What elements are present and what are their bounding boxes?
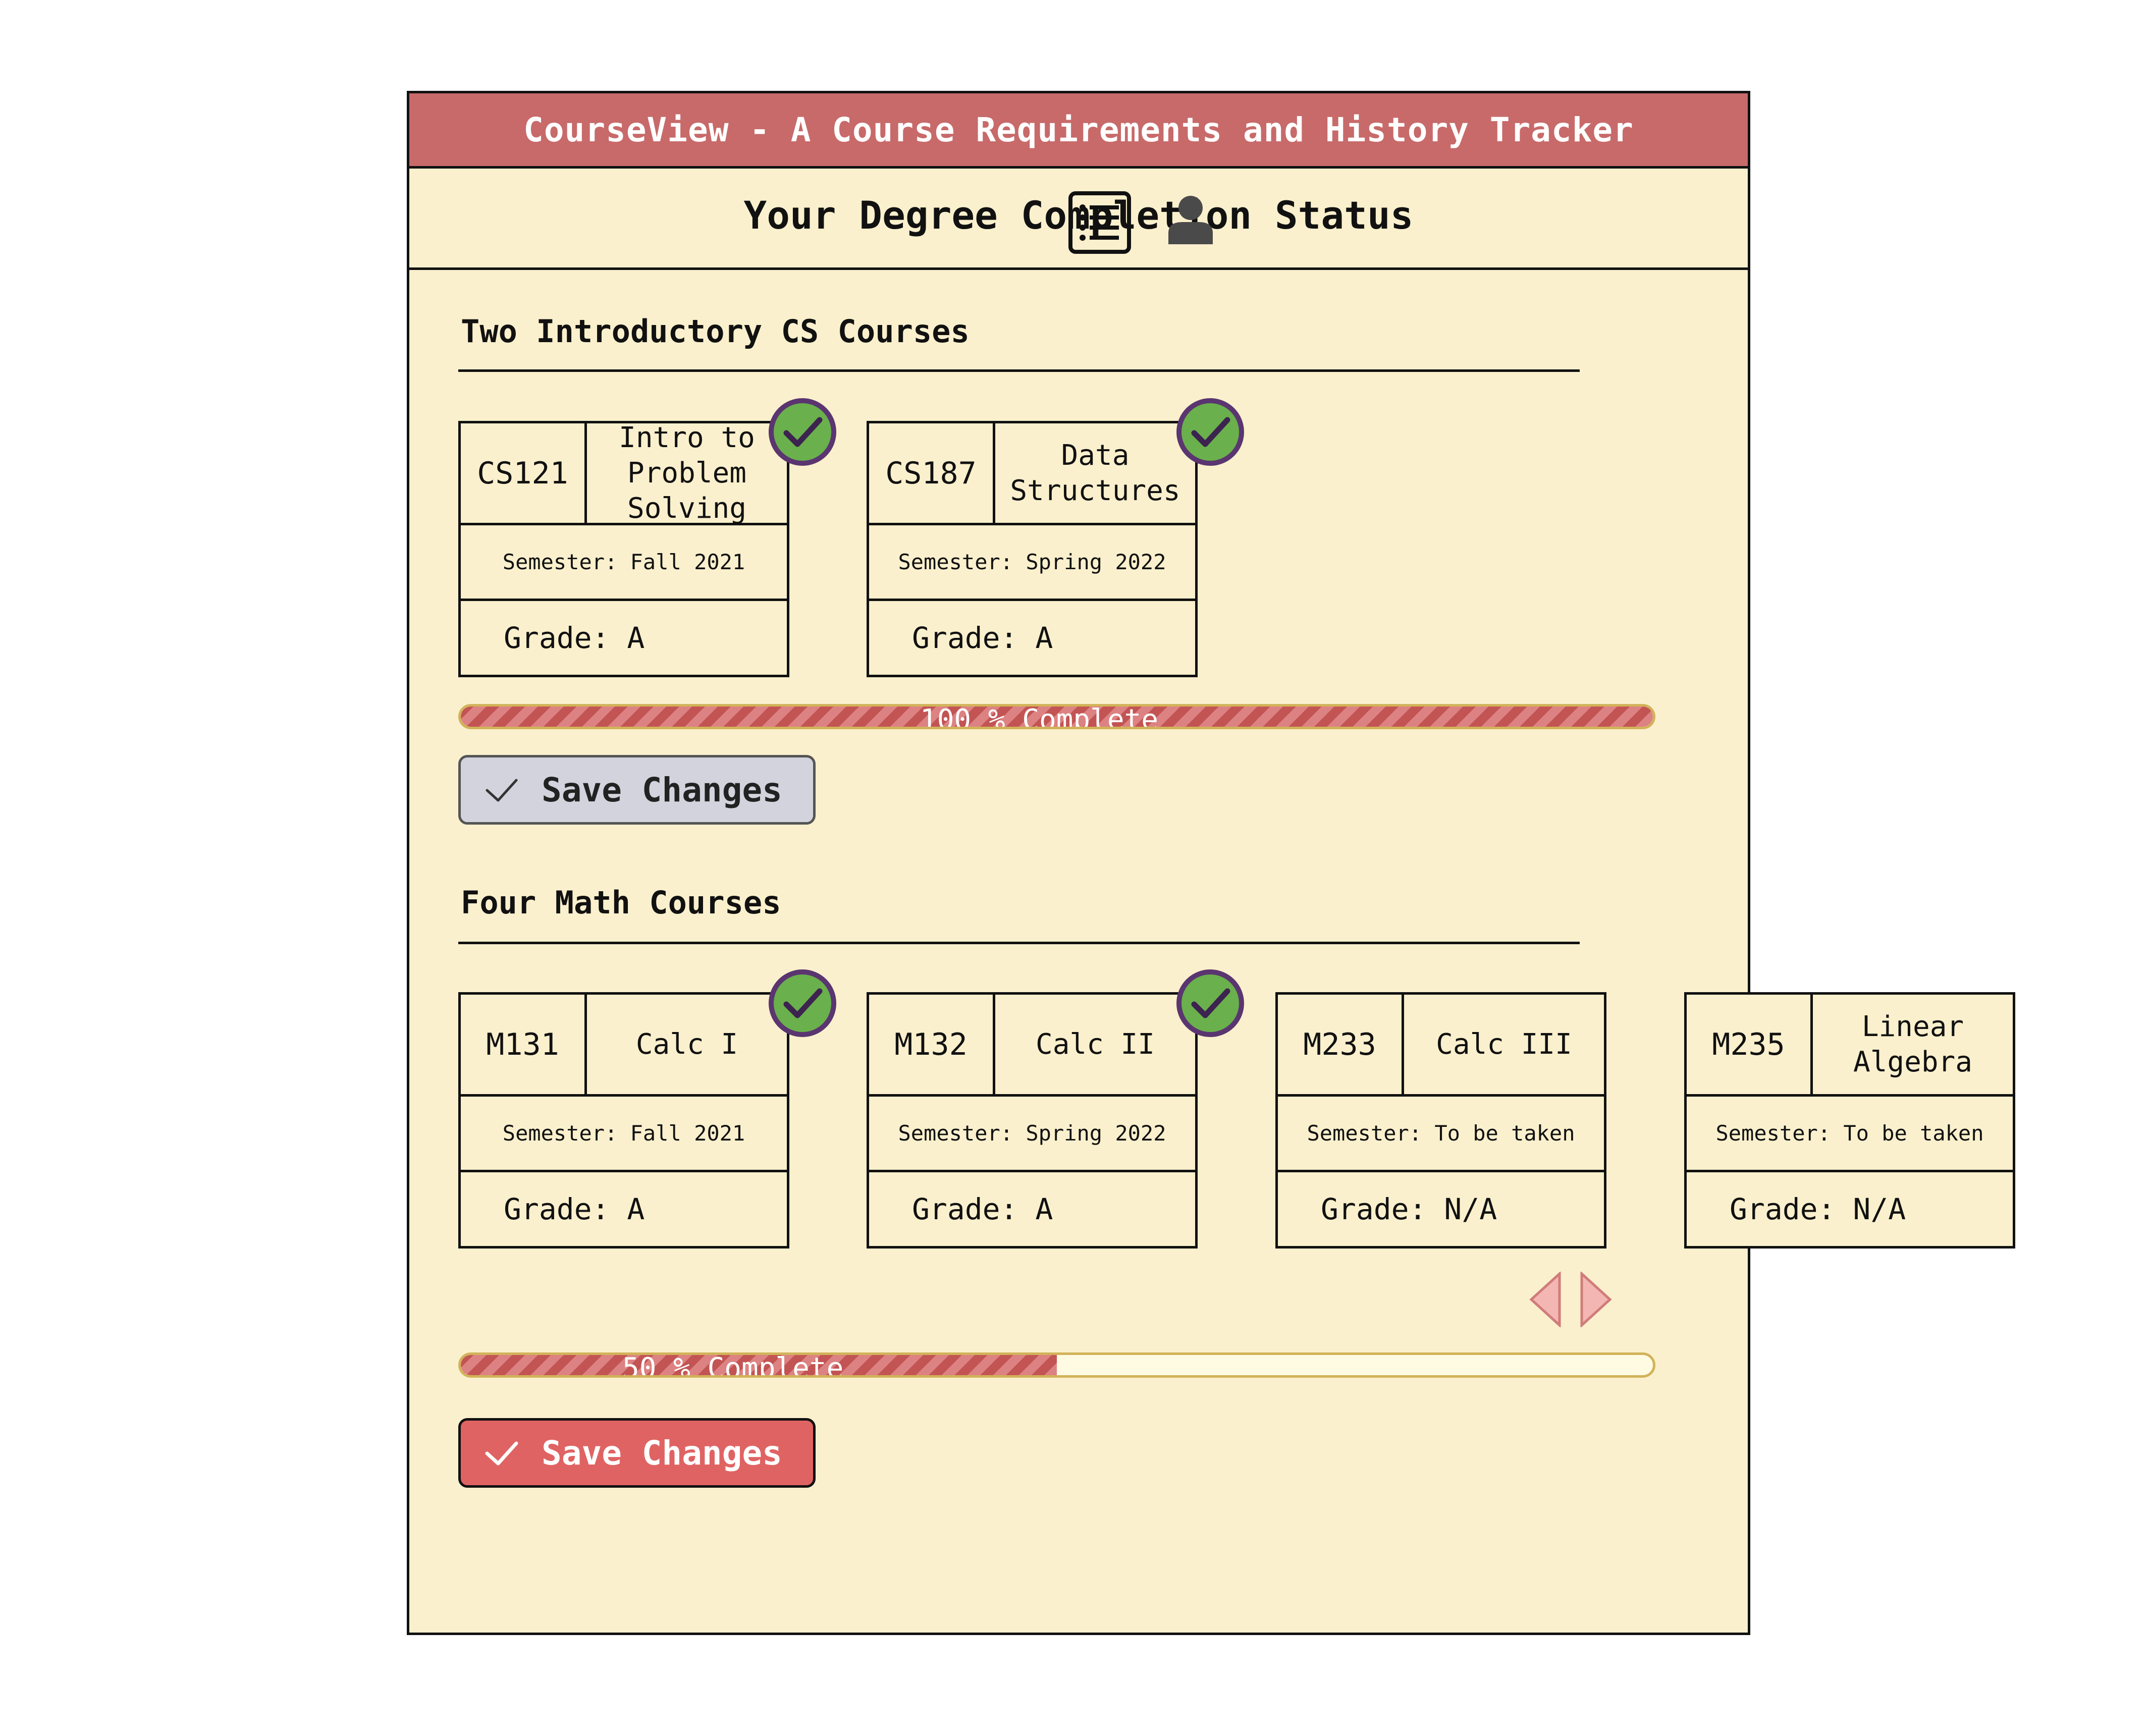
progress-label: 50 % Complete [622,1352,844,1378]
section-title-math: Four Math Courses [461,884,781,921]
course-semester: Semester: Spring 2022 [869,525,1195,601]
arrow-right-icon[interactable] [1580,1272,1612,1327]
arrow-left-icon[interactable] [1529,1272,1561,1327]
course-code: M233 [1278,995,1404,1097]
course-name: Intro to Problem Solving [587,421,787,525]
save-button-cs[interactable]: Save Changes [458,755,816,825]
app-title: CourseView - A Course Requirements and H… [523,110,1634,149]
course-grade: Grade: N/A [1321,1192,1497,1226]
course-grade: Grade: A [912,1192,1053,1226]
section-divider [458,369,1580,372]
progress-bar-cs: 100 % Complete [458,704,1655,729]
save-button-label: Save Changes [542,1433,782,1473]
course-name: Linear Algebra [1813,995,2013,1097]
section-title-cs: Two Introductory CS Courses [461,313,970,350]
user-icon[interactable] [1167,194,1214,244]
section-divider [458,942,1580,944]
course-code: M132 [869,995,995,1097]
check-icon [486,779,518,802]
course-card-m235[interactable]: M235 Linear Algebra Semester: To be take… [1684,992,2015,1249]
course-name: Calc I [587,995,787,1097]
course-semester: Semester: Spring 2022 [869,1097,1195,1172]
course-grade: Grade: A [504,1192,645,1226]
check-icon [1176,398,1244,466]
progress-bar-math: 50 % Complete [458,1352,1655,1378]
course-code: M235 [1687,995,1813,1097]
course-semester: Semester: Fall 2021 [461,525,787,601]
check-icon [485,1441,518,1466]
course-code: CS187 [869,423,995,525]
course-name: Calc III [1404,995,1604,1097]
course-code: M131 [461,995,587,1097]
course-code: CS121 [461,423,587,525]
course-card-m233[interactable]: M233 Calc III Semester: To be taken Grad… [1275,992,1606,1249]
course-card-cs187[interactable]: CS187 Data Structures Semester: Spring 2… [867,421,1198,677]
carousel-arrows [1529,1272,1612,1327]
course-name: Data Structures [995,423,1195,525]
save-button-math[interactable]: Save Changes [458,1418,816,1488]
course-grade: Grade: A [504,621,645,655]
progress-label: 100 % Complete [920,704,1159,729]
check-icon [769,398,836,466]
check-icon [769,969,836,1037]
course-card-m132[interactable]: M132 Calc II Semester: Spring 2022 Grade… [867,992,1198,1249]
check-icon [1176,969,1244,1037]
course-card-m131[interactable]: M131 Calc I Semester: Fall 2021 Grade: A [458,992,789,1249]
app-title-bar: CourseView - A Course Requirements and H… [407,91,1750,169]
page-header: Your Degree Completion Status [407,166,1750,270]
course-card-cs121[interactable]: CS121 Intro to Problem Solving Semester:… [458,421,789,677]
course-semester: Semester: Fall 2021 [461,1097,787,1172]
course-grade: Grade: A [912,621,1053,655]
save-button-label: Save Changes [542,770,782,809]
course-semester: Semester: To be taken [1687,1097,2013,1172]
course-semester: Semester: To be taken [1278,1097,1604,1172]
list-icon[interactable] [1068,191,1131,254]
course-grade: Grade: N/A [1730,1192,1906,1226]
course-name: Calc II [995,995,1195,1097]
